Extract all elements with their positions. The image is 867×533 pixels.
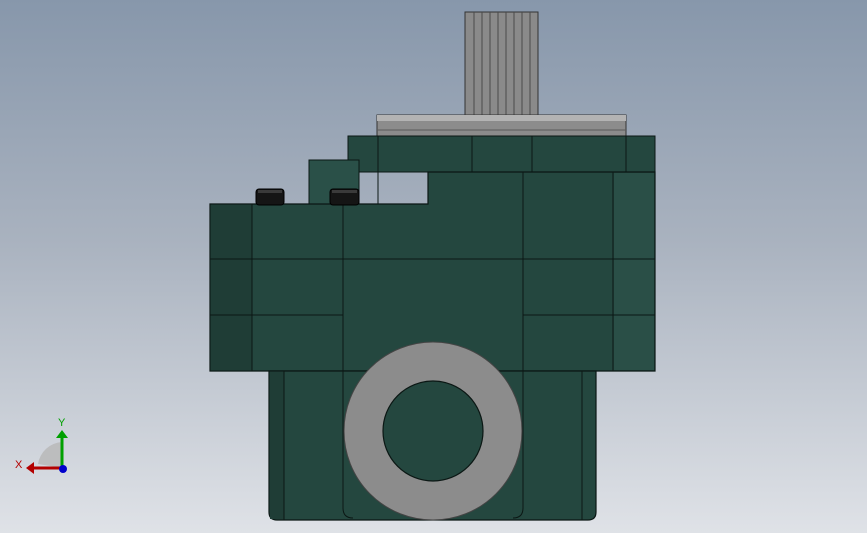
bolt-head-left[interactable] (255, 188, 285, 206)
bolt-head-right[interactable] (329, 188, 360, 206)
y-axis-label: Y (58, 417, 66, 429)
z-axis-icon (59, 465, 67, 473)
splined-shaft[interactable] (464, 11, 539, 119)
model-view[interactable] (0, 0, 867, 533)
axis-triad: Y X (15, 417, 68, 474)
graphics-viewport[interactable]: Y X (0, 0, 867, 533)
x-axis-label: X (15, 459, 23, 471)
port-ring[interactable] (343, 341, 523, 521)
shaft-flange[interactable] (376, 114, 627, 138)
